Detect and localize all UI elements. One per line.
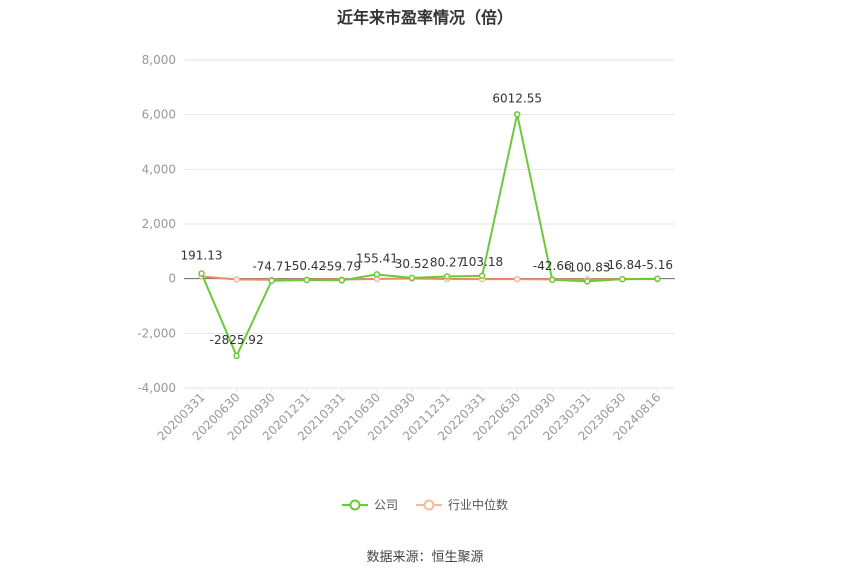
company-point [619,275,626,283]
company-point [478,272,486,280]
y-tick-label: 4,000 [142,162,176,176]
legend-industry-marker [416,499,442,510]
company-data-label: 30.52 [395,257,429,271]
y-tick-label: 0 [168,272,176,286]
line-chart: 8,0006,0004,0002,0000-2,000-4,0002020033… [137,53,675,443]
company-data-label: 80.27 [430,255,464,269]
y-tick-label: 6,000 [142,108,176,122]
company-data-label: -5.16 [642,258,673,272]
company-data-label: 191.13 [181,248,223,262]
company-point [303,276,310,284]
legend-item-industry-median[interactable]: 行业中位数 [416,496,508,513]
y-tick-label: 2,000 [142,217,176,231]
legend: 公司 行业中位数 [0,496,850,513]
y-tick-label: -2,000 [137,326,176,340]
company-data-label: 155.41 [356,251,398,265]
company-point [654,275,661,283]
company-point [513,111,521,118]
company-data-label: -74.71 [252,260,291,274]
company-line [200,114,658,359]
company-point [408,274,416,282]
company-point [373,271,381,278]
company-point [549,276,556,284]
company-point [584,278,591,285]
company-point [268,277,275,284]
y-tick-label: -4,000 [137,381,176,395]
company-point [198,270,205,277]
company-data-label: 6012.55 [492,91,542,105]
source-note: 数据来源：恒生聚源 [366,550,484,565]
company-data-label: -2825.92 [210,333,264,347]
industry-median-point [513,275,521,283]
industry-median-point [233,276,240,283]
legend-company-label: 公司 [373,498,398,512]
legend-industry-label: 行业中位数 [448,498,509,512]
company-point [443,273,451,280]
legend-item-company[interactable]: 公司 [341,496,398,513]
company-data-label: 103.18 [461,255,503,269]
company-point [233,352,240,360]
company-data-label: -50.42 [287,259,326,273]
legend-company-marker [341,499,368,510]
company-point [338,277,346,284]
company-data-label: -16.84 [603,258,642,272]
y-tick-label: 8,000 [142,53,176,67]
